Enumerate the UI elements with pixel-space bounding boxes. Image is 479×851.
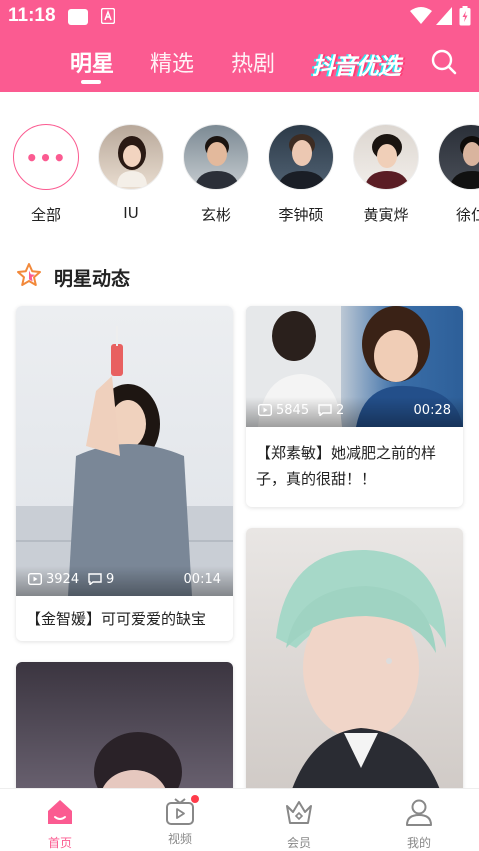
star-item-all[interactable]: ••• 全部 [11, 124, 81, 225]
video-icon [165, 795, 199, 827]
tab-stars[interactable]: 明星 [70, 46, 114, 78]
nav-label: 首页 [47, 836, 72, 850]
view-count: 5845 [258, 403, 309, 418]
bottom-nav: 首页 视频 会员 我的 [0, 788, 479, 851]
tab-hot-dramas[interactable]: 热剧 [231, 46, 275, 78]
nav-label: 会员 [286, 836, 311, 850]
avatar [183, 124, 249, 190]
nav-profile[interactable]: 我的 [379, 797, 459, 851]
avatar [268, 124, 334, 190]
app-notification-icon [101, 8, 115, 24]
status-bar: 11:18 [0, 0, 479, 34]
video-thumbnail [16, 662, 233, 808]
star-name: 黄寅烨 [363, 206, 409, 224]
star-name: 徐仁 [455, 206, 479, 224]
nav-video[interactable]: 视频 [140, 795, 220, 847]
top-nav: 明星 精选 热剧 抖音优选 [0, 34, 479, 92]
star-name: IU [123, 204, 139, 222]
app-header: 11:18 明星 精选 热剧 抖音优选 [0, 0, 479, 92]
notification-icon [68, 9, 88, 25]
avatar [98, 124, 164, 190]
star-item-hyunbin[interactable]: 玄彬 [181, 124, 251, 225]
star-item-hwang-inyeop[interactable]: 黄寅烨 [351, 124, 421, 225]
brand-logo[interactable]: 抖音优选 [312, 47, 401, 81]
star-name: 全部 [30, 206, 61, 224]
video-card[interactable]: 5845 2 00:28 【郑素敏】她减肥之前的样子，真的很甜！！ [246, 306, 463, 507]
tab-active-indicator [81, 80, 101, 84]
view-count: 3924 [28, 572, 79, 587]
comment-icon [318, 404, 332, 416]
video-thumbnail: 3924 9 00:14 [16, 306, 233, 596]
user-icon [406, 799, 432, 826]
video-duration: 00:28 [413, 403, 451, 418]
video-title: 【金智媛】可可爱爱的缺宝 [26, 610, 207, 628]
star-item-partial[interactable]: 徐仁 [436, 124, 479, 225]
play-icon [28, 573, 42, 585]
star-outline-icon [17, 263, 41, 286]
search-icon[interactable] [430, 48, 458, 76]
video-thumbnail: 5845 2 00:28 [246, 306, 463, 427]
nav-label: 我的 [406, 836, 431, 850]
video-title: 【郑素敏】她减肥之前的样子，真的很甜！！ [256, 444, 437, 488]
star-list: ••• 全部 IU 玄彬 李钟硕 黄寅烨 徐仁 [0, 92, 479, 242]
video-duration: 00:14 [183, 572, 221, 587]
comment-count: 2 [318, 403, 344, 418]
signal-icon [436, 7, 452, 25]
tab-featured[interactable]: 精选 [150, 46, 194, 78]
more-dots-icon: ••• [13, 124, 79, 190]
star-item-lee-jongsuk[interactable]: 李钟硕 [266, 124, 336, 225]
comment-icon [88, 573, 102, 585]
video-card[interactable] [16, 662, 233, 808]
avatar [438, 124, 479, 190]
crown-icon [286, 801, 312, 824]
notification-dot [191, 795, 199, 803]
battery-icon [459, 6, 471, 26]
star-name: 玄彬 [200, 206, 231, 224]
nav-home[interactable]: 首页 [20, 797, 100, 851]
comment-count: 9 [88, 572, 114, 587]
video-card[interactable]: 3924 9 00:14 【金智媛】可可爱爱的缺宝 [16, 306, 233, 641]
video-thumbnail [246, 528, 463, 808]
video-meta: 3924 9 00:14 [16, 566, 233, 596]
play-icon [258, 404, 272, 416]
avatar [353, 124, 419, 190]
star-item-iu[interactable]: IU [96, 124, 166, 222]
wifi-icon [410, 7, 432, 24]
star-name: 李钟硕 [278, 206, 324, 224]
nav-membership[interactable]: 会员 [259, 797, 339, 851]
nav-label: 视频 [167, 832, 192, 846]
section-title: 明星动态 [54, 268, 131, 290]
home-icon [48, 800, 72, 824]
video-meta: 5845 2 00:28 [246, 397, 463, 427]
status-time: 11:18 [8, 5, 56, 26]
video-card[interactable] [246, 528, 463, 808]
